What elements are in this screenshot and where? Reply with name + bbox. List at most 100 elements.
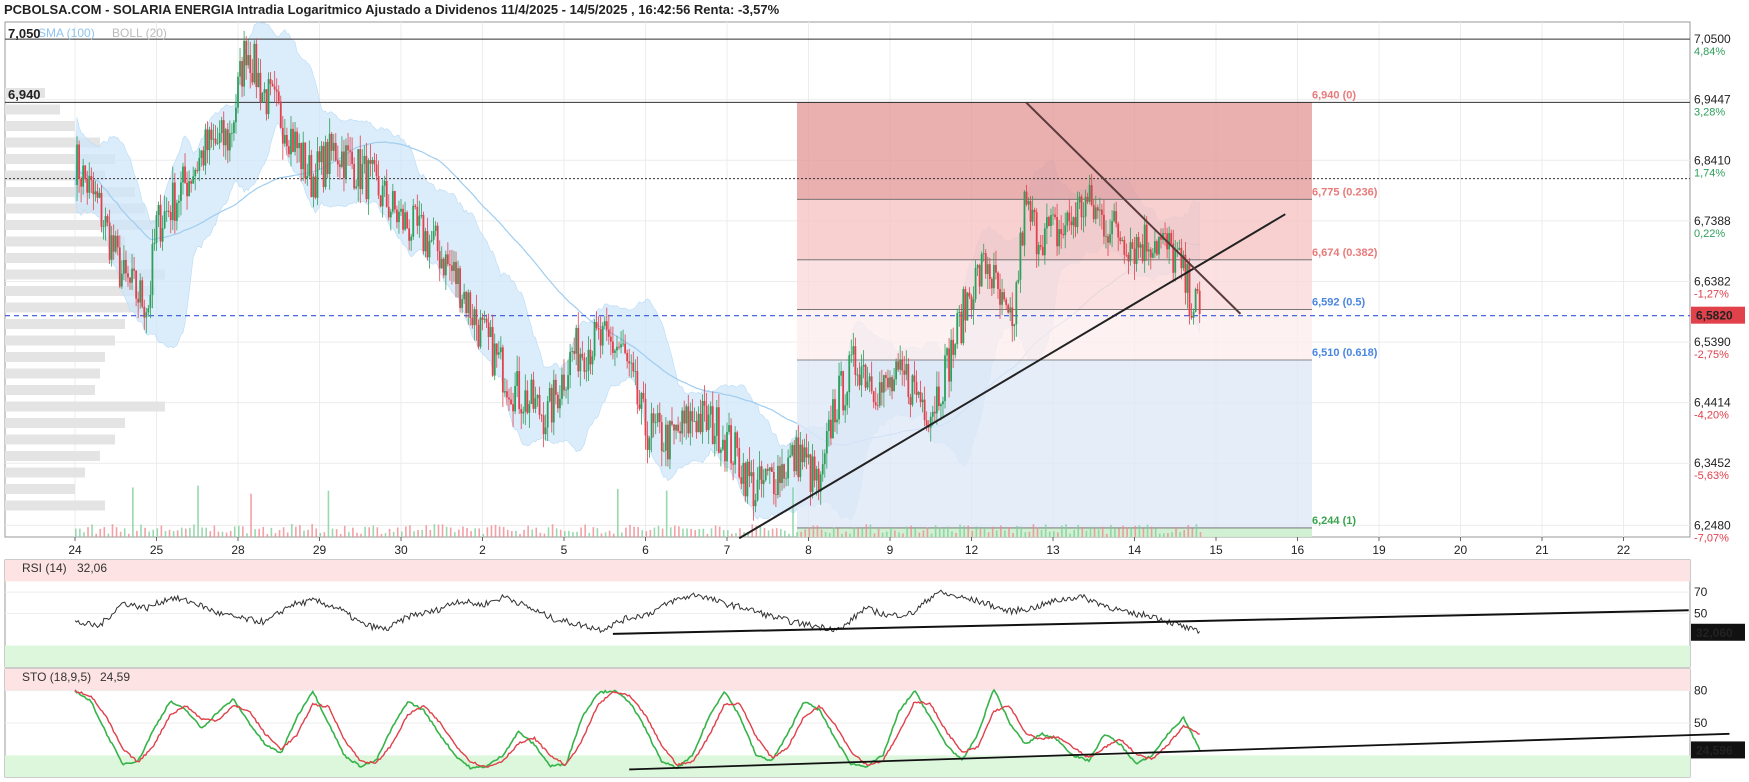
candle-body: [948, 348, 950, 382]
volume-bar: [690, 528, 692, 537]
candle-body: [318, 151, 321, 163]
volume-profile-bar: [5, 352, 105, 362]
candle-body: [830, 419, 832, 439]
volume-bar: [1114, 528, 1116, 537]
candle-body: [905, 363, 908, 375]
candle-body: [838, 375, 840, 420]
candle-body: [133, 268, 135, 271]
candle-body: [768, 467, 771, 471]
candle-body: [862, 364, 865, 367]
candle-body: [1137, 237, 1140, 248]
candle-body: [438, 251, 441, 269]
candle-body: [1017, 279, 1020, 283]
candle-body: [601, 325, 604, 346]
candle-body: [208, 129, 211, 151]
volume-bar: [580, 527, 582, 537]
volume-bar: [942, 528, 945, 537]
volume-bar: [568, 530, 570, 537]
candle-body: [1098, 209, 1101, 211]
volume-bar: [401, 531, 403, 537]
candle-body: [842, 371, 845, 411]
candle-body: [239, 61, 241, 77]
volume-bar: [759, 526, 762, 537]
candle-body: [779, 465, 781, 484]
volume-bar: [246, 533, 248, 537]
volume-bar: [486, 527, 489, 537]
candle-body: [671, 421, 673, 425]
candle-body: [825, 431, 828, 454]
candle-body: [1096, 207, 1099, 211]
candle-body: [324, 142, 327, 188]
candle-body: [137, 298, 140, 303]
volume-bar: [808, 527, 811, 537]
candle-body: [754, 500, 757, 507]
candle-body: [459, 268, 461, 308]
volume-bar: [319, 532, 322, 537]
x-tick-label: 7: [724, 543, 731, 557]
candle-body: [980, 254, 983, 287]
candle-body: [840, 371, 842, 376]
volume-bar: [1020, 526, 1022, 537]
x-tick-label: 24: [68, 543, 82, 557]
y-tick-label: 6,7388: [1694, 214, 1731, 228]
candle-body: [781, 464, 783, 484]
candle-body: [367, 160, 370, 200]
volume-bar: [869, 524, 872, 537]
volume-bar: [1195, 524, 1198, 537]
fib-label: 6,940 (0): [1312, 89, 1356, 101]
volume-bar: [1126, 527, 1128, 537]
candle-body: [110, 235, 113, 260]
volume-bar: [604, 532, 607, 537]
candle-body: [226, 129, 229, 151]
candle-body: [292, 128, 294, 152]
volume-bar: [1012, 533, 1014, 537]
candle-body: [732, 463, 735, 465]
candle-body: [917, 391, 920, 395]
volume-profile-bar: [5, 401, 165, 412]
volume-bar: [955, 533, 957, 537]
candle-body: [1001, 292, 1003, 305]
candle-body: [453, 261, 455, 271]
candle-body: [640, 392, 643, 409]
candle-body: [442, 258, 445, 276]
candle-body: [1076, 202, 1079, 228]
candle-body: [475, 309, 478, 325]
candle-body: [175, 202, 178, 221]
candle-body: [728, 425, 730, 432]
candle-body: [169, 212, 172, 221]
candle-body: [968, 292, 971, 297]
candle-body: [752, 472, 755, 507]
candle-body: [449, 264, 451, 266]
candle-body: [1064, 225, 1067, 236]
volume-bar: [934, 525, 937, 537]
candle-body: [143, 306, 146, 318]
candle-body: [332, 142, 335, 151]
candle-body: [530, 379, 533, 405]
volume-bar: [1065, 524, 1067, 537]
candle-body: [789, 455, 792, 458]
volume-bar: [103, 527, 106, 537]
volume-bar: [225, 532, 228, 537]
volume-bar: [95, 533, 97, 537]
candle-body: [609, 336, 612, 342]
volume-bar: [600, 533, 603, 537]
candle-body: [940, 404, 942, 407]
candle-body: [261, 92, 264, 103]
candle-body: [593, 322, 596, 357]
candle-body: [1054, 214, 1056, 218]
candle-body: [430, 239, 433, 242]
volume-profile-bar: [5, 121, 75, 131]
volume-bar: [1134, 525, 1137, 537]
candle-body: [550, 387, 553, 423]
volume-bar: [926, 527, 929, 537]
volume-bar: [1105, 533, 1108, 537]
candle-body: [744, 462, 747, 497]
candle-body: [493, 343, 496, 376]
candle-body: [823, 453, 826, 465]
candle-body: [426, 231, 429, 258]
candle-body: [626, 353, 629, 362]
candle-body: [351, 151, 353, 164]
candle-body: [416, 206, 419, 226]
volume-bar: [217, 531, 220, 537]
candle-body: [465, 292, 468, 313]
